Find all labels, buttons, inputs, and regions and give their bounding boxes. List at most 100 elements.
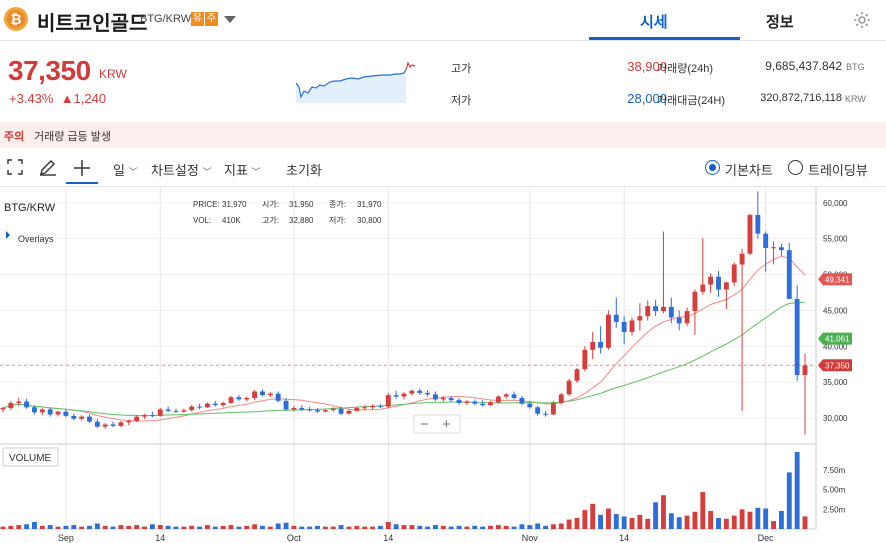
volume-bar: [299, 526, 305, 529]
price-tick-label: 60,000: [823, 199, 848, 208]
volume-bar: [786, 472, 792, 529]
chart-symbol: BTG/KRW: [4, 202, 56, 214]
volume-value: 9,685,437.842: [765, 59, 842, 73]
tab-info[interactable]: 정보: [766, 11, 794, 32]
candle-body: [244, 397, 250, 400]
volume-bar: [315, 525, 320, 529]
volume-bar: [401, 525, 407, 529]
chevron-down-icon[interactable]: [224, 16, 236, 23]
x-tick-label: 14: [619, 533, 629, 543]
candle-body: [700, 284, 706, 292]
triangle-right-icon[interactable]: [6, 231, 10, 239]
market-pair[interactable]: BTG/KRW: [140, 13, 191, 25]
interval-select[interactable]: 일 ﹀: [113, 160, 138, 179]
volume-tick-label: 7.50m: [823, 466, 846, 475]
price-chart[interactable]: 60,00055,00050,00045,00040,00035,00030,0…: [0, 186, 886, 543]
candle-body: [346, 410, 352, 414]
volume-bar: [425, 526, 431, 529]
price-unit: KRW: [99, 67, 127, 81]
volume-bar: [0, 526, 6, 529]
info-close: 31,970: [357, 200, 382, 209]
overlays-toggle[interactable]: Overlays: [18, 234, 54, 244]
notice-bar: [0, 122, 886, 148]
volume-bar: [291, 525, 297, 529]
tab-quote[interactable]: 시세: [640, 11, 668, 32]
candle-body: [102, 424, 108, 427]
candle-body: [134, 416, 140, 421]
info-low: 30,800: [357, 216, 382, 225]
candle-body: [220, 402, 226, 406]
candle-body: [558, 394, 564, 403]
candle-body: [299, 408, 305, 410]
volume-bar: [755, 507, 761, 529]
candle-body: [307, 409, 313, 411]
volume-bar: [550, 524, 556, 529]
info-low-label: 저가:: [329, 216, 346, 225]
info-high: 32,880: [289, 216, 314, 225]
volume-bar: [558, 523, 564, 529]
candle-body: [653, 306, 659, 312]
volume-bar: [503, 525, 509, 529]
candle-body: [267, 393, 273, 396]
volume-bar: [700, 492, 706, 529]
volume-bar: [228, 525, 234, 529]
plus-icon[interactable]: [70, 156, 94, 180]
candle-body: [236, 397, 242, 400]
candle-body: [315, 410, 320, 412]
volume-bar: [440, 525, 446, 529]
candle-body: [212, 403, 218, 406]
candle-body: [645, 306, 651, 317]
volume-bar: [24, 524, 30, 529]
volume-bar: [149, 524, 155, 529]
price-marker-label: 37,350: [825, 361, 850, 370]
volume-bar: [267, 526, 273, 529]
volume-bar: [590, 503, 596, 529]
coin-name: 비트코인골드: [37, 13, 148, 35]
candle-body: [755, 214, 761, 234]
indicators-select[interactable]: 지표 ﹀: [224, 160, 261, 179]
reset-button[interactable]: 초기화: [286, 160, 322, 179]
basic-chart-radio[interactable]: [705, 160, 720, 175]
candle-body: [181, 410, 187, 412]
volume-bar: [629, 518, 635, 529]
candle-body: [684, 311, 690, 324]
crosshair-icon[interactable]: [6, 158, 24, 176]
volume-bar: [32, 521, 37, 529]
volume-bar: [621, 516, 627, 529]
candle-body: [126, 420, 132, 423]
notice-tag: 주의: [4, 131, 25, 143]
mini-chart: [296, 61, 416, 103]
basic-chart-label[interactable]: 기본차트: [725, 160, 773, 179]
candle-body: [39, 409, 45, 413]
volume-bar: [79, 526, 85, 529]
zoom-in-button[interactable]: +: [442, 416, 451, 433]
volume-bar: [118, 525, 124, 529]
amount-unit: KRW: [845, 94, 866, 104]
candle-body: [63, 411, 69, 416]
candle-body: [519, 397, 525, 404]
volume-bar: [87, 525, 92, 529]
trading-view-label[interactable]: 트레이딩뷰: [808, 160, 868, 179]
candle-body: [637, 316, 643, 321]
candle-body: [802, 365, 808, 375]
volume-bar: [244, 525, 250, 529]
candle-body: [47, 409, 53, 415]
volume-bar: [464, 526, 470, 529]
zoom-out-button[interactable]: −: [420, 416, 429, 433]
candle-body: [79, 416, 85, 419]
volume-bar: [165, 525, 171, 529]
price-tick-label: 45,000: [823, 306, 848, 315]
chart-settings-select[interactable]: 차트설정 ﹀: [151, 160, 211, 179]
volume-label: 거래량(24h): [657, 63, 714, 75]
volume-bar: [346, 526, 352, 529]
candle-body: [55, 411, 61, 415]
gear-icon[interactable]: [852, 10, 872, 30]
volume-bar: [692, 511, 698, 529]
candle-body: [354, 408, 360, 411]
pencil-icon[interactable]: [38, 157, 58, 177]
trading-view-radio[interactable]: [788, 160, 803, 175]
candle-body: [692, 291, 698, 312]
volume-bar: [535, 523, 541, 529]
candle-body: [189, 406, 195, 411]
chart-grid: [0, 186, 817, 530]
